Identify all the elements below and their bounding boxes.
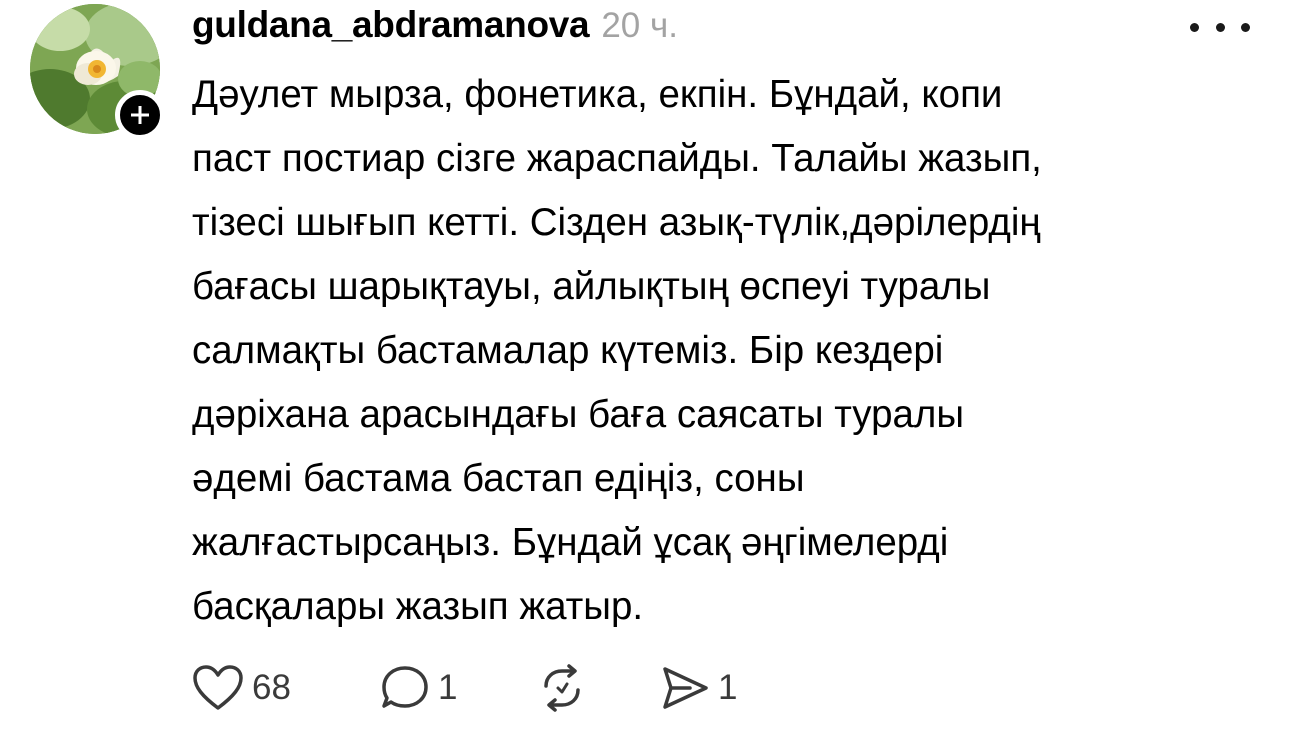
send-icon [663,667,708,709]
reply-button[interactable]: 1 [380,664,536,712]
post-text-line: Дәулет мырза, фонетика, екпін. Бұндай, к… [192,73,1003,116]
post-text-line: салмақты бастамалар күтеміз. Бір кездері [192,329,944,372]
repost-icon [544,664,580,712]
reply-count: 1 [438,668,458,707]
like-button[interactable]: 68 [192,664,380,712]
more-dot [1241,22,1250,32]
more-dots-icon [1190,22,1199,32]
post-header: guldana_abdramanova 20 ч. [192,4,678,50]
post-text-line: басқалары жазып жатыр. [192,585,644,628]
comment-bubble-icon [382,666,428,708]
post-text: Дәулет мырза, фонетика, екпін. Бұндай, к… [192,63,1272,639]
post-text-line: бағасы шарықтауы, айлықтың өспеуі туралы [192,265,991,308]
post-text-line: дәріхана арасындағы баға саясаты туралы [192,393,965,436]
post-actions-bar: 68 1 1 [192,660,780,716]
post-text-line: жалғастырсаңыз. Бұндай ұсақ әңгімелерді [192,521,949,564]
share-count: 1 [718,668,738,707]
more-dot [1215,22,1225,32]
post-text-line: әдемі бастама бастап едіңіз, соны [192,457,805,500]
plus-icon [131,106,149,124]
follow-button[interactable] [115,90,165,140]
author-avatar-container[interactable] [30,4,165,142]
repost-button[interactable] [536,664,660,712]
more-options-button[interactable] [1190,14,1250,40]
post-timestamp: 20 ч. [601,6,678,45]
heart-icon [193,665,243,710]
like-count: 68 [252,668,291,707]
post-text-line: тізесі шығып кетті. Сізден азық-түлік,дә… [192,201,1041,244]
post-text-line: паст постиар сізге жараспайды. Талайы жа… [192,137,1042,180]
share-button[interactable]: 1 [660,664,780,712]
author-username[interactable]: guldana_abdramanova [192,4,590,46]
